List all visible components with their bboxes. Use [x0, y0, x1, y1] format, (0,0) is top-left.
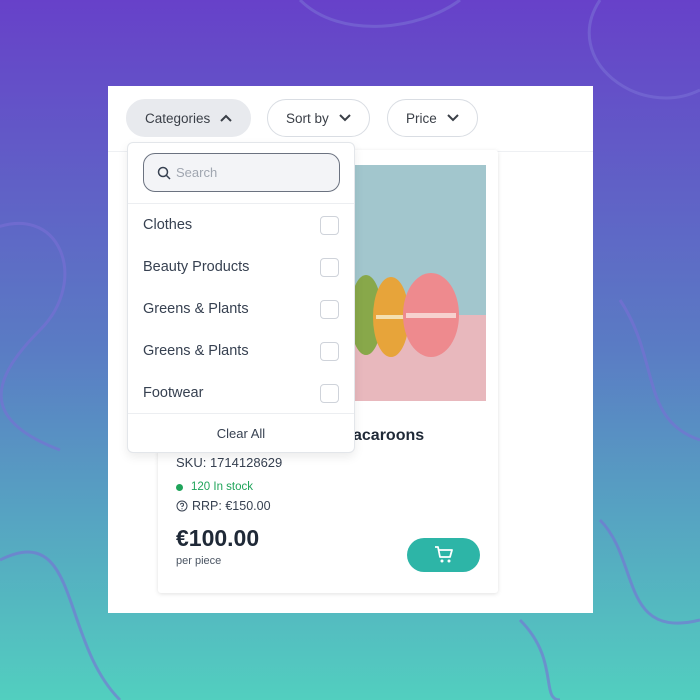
stock-status: 120 In stock	[176, 481, 253, 493]
product-panel: Categories Sort by Price acaroons SKU: 1…	[108, 86, 593, 613]
checkbox[interactable]	[320, 215, 339, 235]
rrp-label: RRP: €150.00	[192, 499, 271, 513]
option-label: Greens & Plants	[143, 301, 249, 317]
search-placeholder: Search	[176, 165, 218, 180]
category-option[interactable]: Beauty Products	[128, 246, 354, 288]
category-search-input[interactable]: Search	[143, 153, 340, 192]
search-icon	[157, 166, 171, 180]
cart-icon	[434, 546, 453, 563]
product-title[interactable]: acaroons	[353, 427, 424, 445]
product-price: €100.00	[176, 525, 260, 551]
help-circle-icon	[176, 500, 188, 512]
category-option[interactable]: Greens & Plants	[128, 330, 354, 372]
price-filter-button[interactable]: Price	[387, 99, 478, 137]
category-option[interactable]: Clothes	[128, 204, 354, 246]
option-label: Beauty Products	[143, 259, 250, 275]
price-label: Price	[406, 110, 437, 126]
category-option[interactable]: Greens & Plants	[128, 288, 354, 330]
stock-dot-icon	[176, 483, 183, 491]
product-sku: SKU: 1714128629	[176, 455, 283, 470]
chevron-down-icon	[447, 114, 459, 122]
checkbox[interactable]	[320, 257, 339, 277]
option-label: Footwear	[143, 385, 204, 401]
stock-label: 120 In stock	[191, 481, 254, 493]
category-option[interactable]: Footwear	[128, 372, 354, 414]
sort-by-button[interactable]: Sort by	[267, 99, 370, 137]
categories-label: Categories	[145, 110, 211, 126]
checkbox[interactable]	[320, 299, 339, 319]
price-unit: per piece	[176, 555, 222, 567]
sort-by-label: Sort by	[286, 110, 329, 126]
add-to-cart-button[interactable]	[407, 538, 480, 572]
categories-dropdown: Search Clothes Beauty Products Greens & …	[127, 142, 355, 453]
rrp: RRP: €150.00	[176, 499, 271, 513]
chevron-down-icon	[339, 114, 351, 122]
categories-filter-button[interactable]: Categories	[126, 99, 252, 137]
option-label: Greens & Plants	[143, 343, 249, 359]
chevron-up-icon	[220, 114, 233, 122]
option-label: Clothes	[143, 217, 193, 233]
checkbox[interactable]	[320, 383, 339, 403]
clear-all-button[interactable]: Clear All	[128, 413, 354, 453]
checkbox[interactable]	[320, 341, 339, 361]
